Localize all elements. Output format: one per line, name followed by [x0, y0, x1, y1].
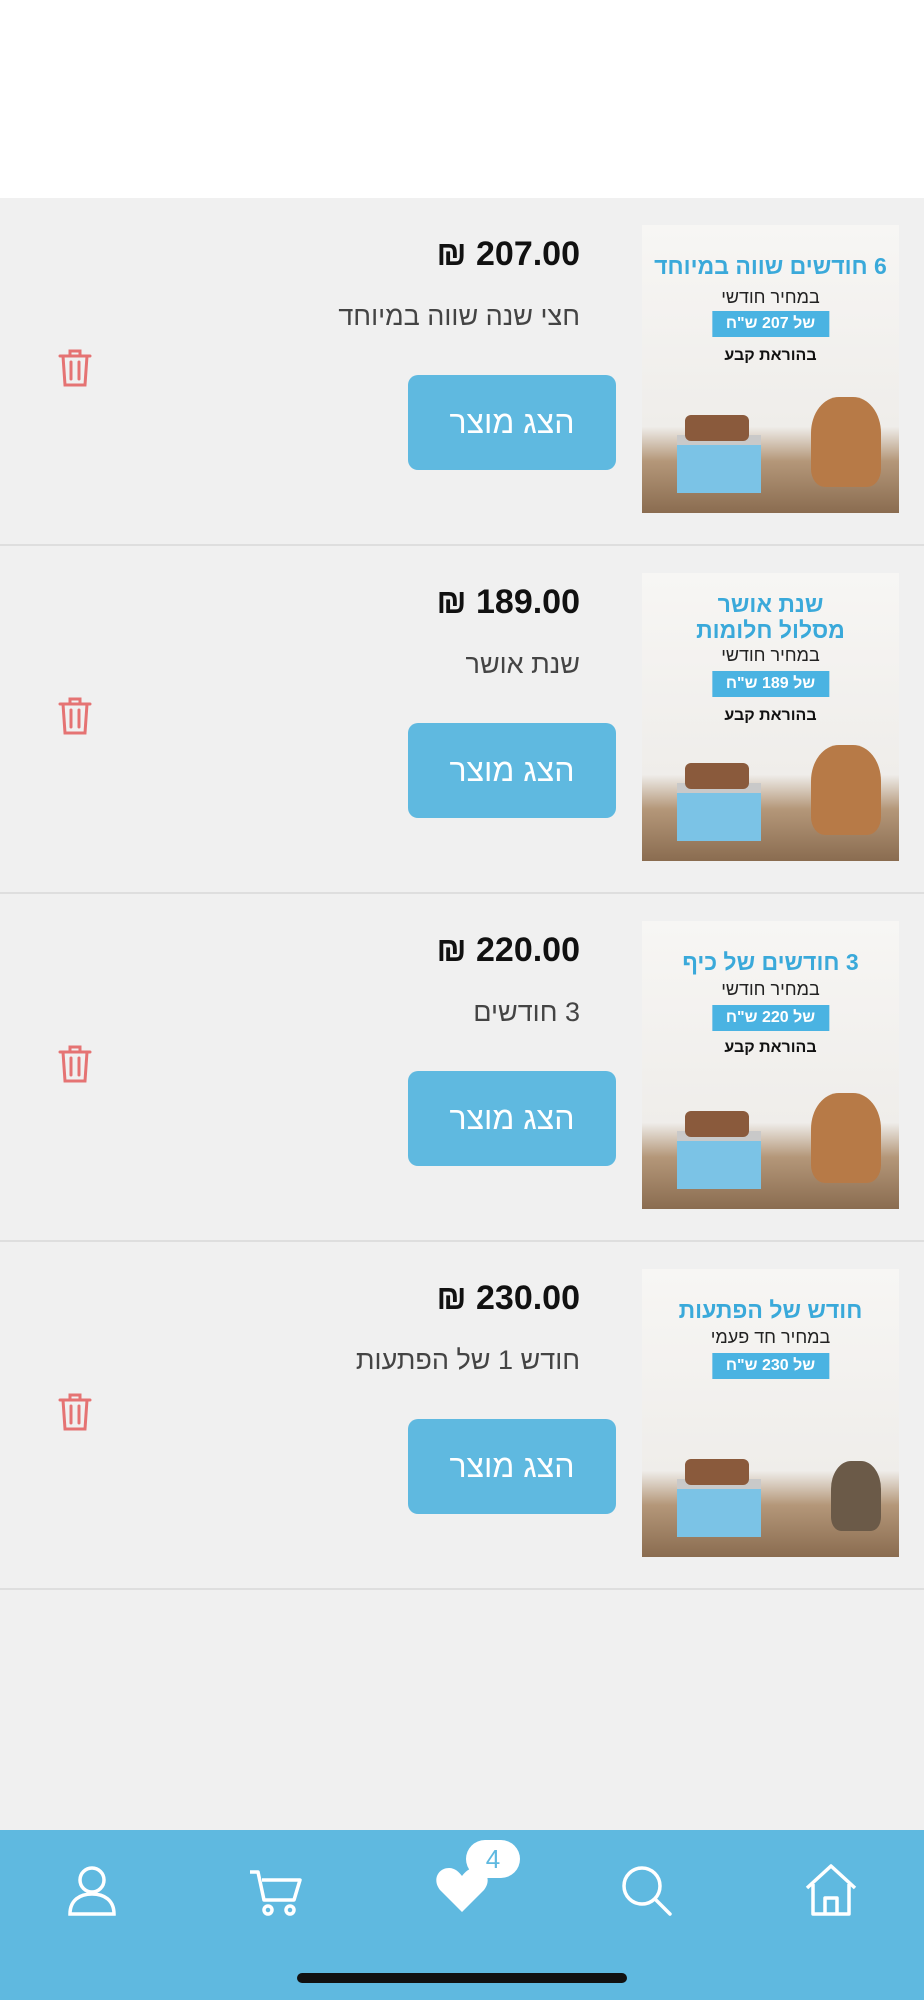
- trash-icon[interactable]: [58, 1044, 92, 1084]
- gift-box-illustration: [677, 1459, 761, 1537]
- image-headline: 3 חודשים של כיף: [682, 949, 859, 975]
- image-price-tag: של 220 ש"ח: [711, 1005, 830, 1031]
- wishlist: 6 חודשים שווה במיוחד במחיר חודשי של 207 …: [0, 198, 924, 1590]
- cart-icon[interactable]: [246, 1860, 306, 1920]
- list-item: 3 חודשים של כיף במחיר חודשי של 220 ש"ח ב…: [0, 894, 924, 1242]
- home-icon[interactable]: [801, 1860, 861, 1920]
- list-item: חודש של הפתעות במחיר חד פעמי של 230 ש"ח …: [0, 1242, 924, 1590]
- dog-illustration: [831, 1461, 881, 1531]
- gift-box-illustration: [677, 1111, 761, 1189]
- home-indicator: [297, 1973, 627, 1983]
- dog-illustration: [811, 745, 881, 835]
- image-headline: חודש של הפתעות: [678, 1297, 863, 1323]
- image-footer: בהוראת קבע: [724, 1039, 817, 1056]
- product-price: ₪ 207.00: [436, 235, 581, 273]
- top-bar: [0, 0, 924, 198]
- image-footer: בהוראת קבע: [724, 347, 817, 364]
- gift-box-illustration: [677, 763, 761, 841]
- image-subline: במחיר חודשי: [721, 287, 820, 307]
- product-name: 3 חודשים: [473, 997, 580, 1027]
- list-item: שנת אושר מסלול חלומות במחיר חודשי של 189…: [0, 546, 924, 894]
- trash-icon[interactable]: [58, 1392, 92, 1432]
- profile-icon[interactable]: [62, 1860, 122, 1920]
- product-price: ₪ 220.00: [436, 931, 581, 969]
- image-subline: במחיר חודשי: [721, 979, 820, 999]
- image-price-tag: של 230 ש"ח: [711, 1353, 830, 1379]
- product-image[interactable]: חודש של הפתעות במחיר חד פעמי של 230 ש"ח: [642, 1269, 899, 1557]
- product-name: שנת אושר: [465, 649, 580, 679]
- wishlist-count-badge: 4: [466, 1840, 520, 1878]
- show-product-button[interactable]: הצג מוצר: [408, 723, 616, 818]
- trash-icon[interactable]: [58, 348, 92, 388]
- dog-illustration: [811, 397, 881, 487]
- product-image[interactable]: שנת אושר מסלול חלומות במחיר חודשי של 189…: [642, 573, 899, 861]
- product-image[interactable]: 6 חודשים שווה במיוחד במחיר חודשי של 207 …: [642, 225, 899, 513]
- dog-illustration: [811, 1093, 881, 1183]
- image-headline: שנת אושר מסלול חלומות: [696, 591, 845, 643]
- product-image[interactable]: 3 חודשים של כיף במחיר חודשי של 220 ש"ח ב…: [642, 921, 899, 1209]
- gift-box-illustration: [677, 415, 761, 493]
- image-headline: 6 חודשים שווה במיוחד: [654, 253, 887, 279]
- show-product-button[interactable]: הצג מוצר: [408, 375, 616, 470]
- image-footer: בהוראת קבע: [724, 707, 817, 724]
- image-price-tag: של 189 ש"ח: [711, 671, 830, 697]
- product-name: חודש 1 של הפתעות: [355, 1345, 580, 1375]
- search-icon[interactable]: [616, 1860, 676, 1920]
- image-price-tag: של 207 ש"ח: [711, 311, 830, 337]
- trash-icon[interactable]: [58, 696, 92, 736]
- show-product-button[interactable]: הצג מוצר: [408, 1419, 616, 1514]
- product-name: חצי שנה שווה במיוחד: [338, 301, 580, 331]
- image-subline: במחיר חד פעמי: [710, 1327, 831, 1347]
- product-price: ₪ 189.00: [436, 583, 581, 621]
- list-item: 6 חודשים שווה במיוחד במחיר חודשי של 207 …: [0, 198, 924, 546]
- image-subline: במחיר חודשי: [721, 645, 820, 665]
- product-price: ₪ 230.00: [436, 1279, 581, 1317]
- show-product-button[interactable]: הצג מוצר: [408, 1071, 616, 1166]
